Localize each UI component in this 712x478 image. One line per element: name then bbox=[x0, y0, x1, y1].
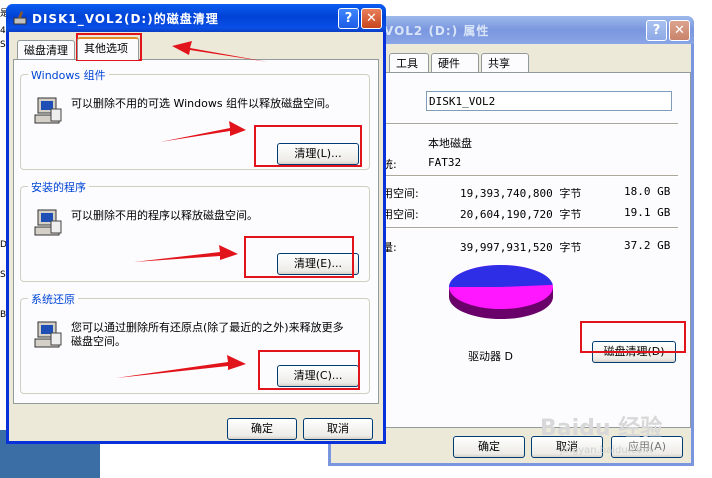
tab-more-options[interactable]: 其他选项 bbox=[77, 37, 139, 60]
arrow-icon bbox=[116, 355, 246, 378]
arrow-icon bbox=[172, 41, 268, 62]
annotation-arrows bbox=[116, 41, 268, 378]
arrow-icon bbox=[134, 245, 238, 262]
arrow-icon bbox=[160, 121, 246, 142]
watermark: Baidu 经验 bbox=[540, 416, 663, 441]
watermark-url: jingyan.baidu.com bbox=[560, 445, 653, 456]
